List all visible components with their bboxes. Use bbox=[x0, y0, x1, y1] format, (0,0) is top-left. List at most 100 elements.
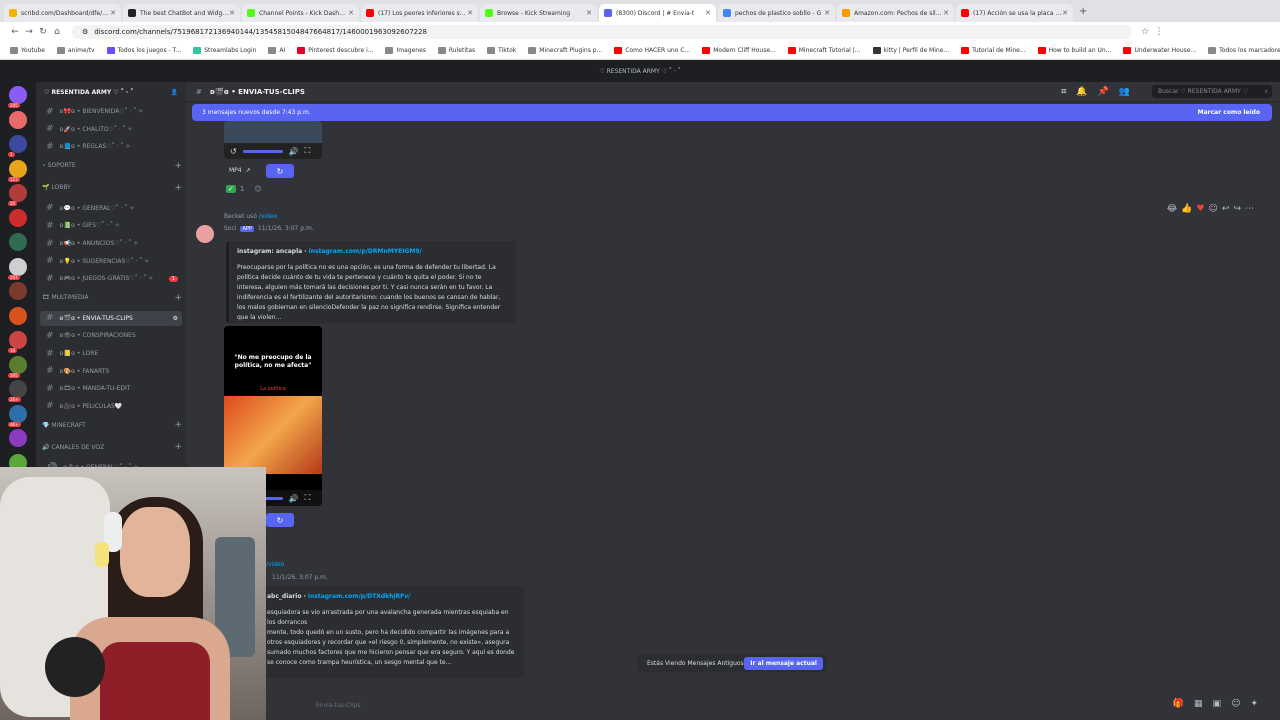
server-icon[interactable] bbox=[9, 208, 27, 227]
channel-item[interactable]: # ʚ🎞ɞ • MANDA-TU-EDIT bbox=[40, 381, 182, 396]
url-field[interactable]: ⚙ discord.com/channels/75196817213694014… bbox=[72, 25, 1132, 39]
bookmark-item[interactable]: Minecraft Plugins p... bbox=[528, 47, 602, 54]
close-tab-icon[interactable]: ✕ bbox=[110, 9, 116, 17]
bookmark-item[interactable]: Todos los juegos - T... bbox=[106, 47, 181, 54]
reply-icon[interactable]: ↩ bbox=[1222, 204, 1234, 214]
channel-category[interactable]: 💎 MINECRAFT + bbox=[42, 420, 182, 430]
close-tab-icon[interactable]: ✕ bbox=[824, 9, 830, 17]
reply-line[interactable]: Becket usó /video bbox=[224, 213, 277, 220]
channel-category[interactable]: 🔊 CANALES DE VOZ + bbox=[42, 442, 182, 452]
server-icon[interactable]: 395 bbox=[8, 355, 27, 378]
embed-user[interactable]: abc_diario bbox=[267, 593, 301, 600]
pin-icon[interactable]: 📌 bbox=[1098, 87, 1119, 97]
home-icon[interactable]: ⌂ bbox=[50, 27, 64, 37]
channel-item[interactable]: # ʚ🎮ɞ • JUEGOS-GRATIS♡˚ · ˚ ✧ 1 bbox=[40, 271, 182, 286]
channel-item[interactable]: # ʚ💬ɞ • GENERAL♡˚ · ˚ ✧ bbox=[40, 201, 182, 216]
close-tab-icon[interactable]: ✕ bbox=[586, 9, 592, 17]
forward-icon[interactable]: → bbox=[22, 27, 36, 37]
server-icon[interactable]: 2K+ bbox=[8, 380, 27, 402]
add-member-icon[interactable]: 👤 bbox=[171, 89, 178, 96]
add-channel-icon[interactable]: + bbox=[174, 293, 182, 303]
browser-tab[interactable]: (17) Los peores inferiores sobre ✕ bbox=[361, 4, 478, 22]
server-icon[interactable]: 205 bbox=[8, 86, 27, 108]
browser-tab[interactable]: pechos de plastico sobllo - G ✕ bbox=[718, 4, 835, 22]
bookmark-star-icon[interactable]: ☆ bbox=[1138, 27, 1152, 37]
server-icon[interactable] bbox=[9, 233, 27, 251]
bookmark-item[interactable]: Underwater House... bbox=[1123, 47, 1196, 54]
server-icon[interactable] bbox=[9, 282, 27, 300]
browser-tab[interactable]: Amazon.com: Pechos de silico ✕ bbox=[837, 4, 954, 22]
apps-icon[interactable]: ✦ bbox=[1250, 699, 1268, 709]
channel-item[interactable]: # ʚ👁ɞ • CONSPIRACIONES bbox=[40, 328, 182, 343]
add-channel-icon[interactable]: + bbox=[174, 442, 182, 452]
bookmark-item[interactable]: How to build an Un... bbox=[1037, 47, 1111, 54]
refresh-button[interactable]: ↻ bbox=[266, 164, 294, 178]
heart-emoji-icon[interactable]: ♥ bbox=[1196, 204, 1208, 214]
channel-item[interactable]: # ʚ🚀ɞ • CHALITO♡˚ · ˚ ✧ bbox=[40, 122, 182, 137]
server-icon[interactable] bbox=[9, 110, 27, 129]
members-icon[interactable]: 👥 bbox=[1119, 87, 1140, 97]
channel-item[interactable]: # ʚ🎀ɞ • BIENVENIDA♡˚ · ˚ ✧ bbox=[40, 104, 182, 119]
embed-link[interactable]: instagram.com/p/DTXdkhjRFv/ bbox=[308, 593, 410, 600]
replay-icon[interactable]: ↺ bbox=[230, 147, 237, 156]
channel-category[interactable]: ⋆ SOPORTE + bbox=[42, 161, 182, 171]
channel-category[interactable]: 🌱 LOBBY + bbox=[42, 183, 182, 193]
jump-to-present-button[interactable]: Ir al mensaje actual bbox=[744, 656, 823, 670]
fullscreen-icon[interactable]: ⛶ bbox=[305, 146, 311, 156]
bookmark-item[interactable]: Tiktok bbox=[487, 47, 516, 54]
channel-item[interactable]: # ʚ📘ɞ • REGLAS♡˚ · ˚ ✧ bbox=[40, 139, 182, 154]
close-tab-icon[interactable]: ✕ bbox=[229, 9, 235, 17]
bell-icon[interactable]: 🔔 bbox=[1076, 87, 1097, 97]
refresh-button[interactable]: ↻ bbox=[266, 513, 294, 527]
embed-link[interactable]: instagram.com/p/DRMnMYEIGM9/ bbox=[309, 248, 422, 255]
add-reaction-icon[interactable]: ☺ bbox=[1209, 204, 1222, 214]
emoji-reaction-icon[interactable]: 😂 bbox=[1167, 204, 1182, 214]
server-icon[interactable] bbox=[9, 306, 27, 325]
video-player[interactable]: ↺ 🔊 ⛶ bbox=[224, 121, 322, 159]
bookmark-item[interactable]: AI bbox=[268, 47, 285, 54]
gift-icon[interactable]: 🎁 bbox=[1173, 699, 1194, 709]
browser-tab[interactable]: Browse - Kick Streaming ✕ bbox=[480, 4, 597, 22]
reply-line[interactable]: /video bbox=[266, 561, 284, 568]
add-channel-icon[interactable]: + bbox=[174, 183, 182, 193]
bookmark-item[interactable]: anime/tv bbox=[57, 47, 95, 54]
volume-icon[interactable]: 🔊 bbox=[289, 494, 299, 503]
mark-read-button[interactable]: Marcar como leído bbox=[1198, 109, 1260, 116]
emoji-icon[interactable]: ☺ bbox=[1231, 699, 1250, 709]
bookmark-item[interactable]: Imagenes bbox=[385, 47, 426, 54]
volume-icon[interactable]: 🔊 bbox=[289, 147, 299, 156]
threads-icon[interactable]: ⌗ bbox=[1061, 87, 1076, 97]
emoji-reaction-icon[interactable]: 👍 bbox=[1181, 204, 1196, 214]
bookmark-item[interactable]: Pinterest descubre i... bbox=[297, 47, 373, 54]
bookmark-item[interactable]: kitty | Perfil de Mine... bbox=[872, 47, 949, 54]
search-input[interactable]: Buscar ♡ RESENTIDA ARMY ♡ ⌕ bbox=[1152, 85, 1272, 98]
close-tab-icon[interactable]: ✕ bbox=[467, 9, 473, 17]
close-tab-icon[interactable]: ✕ bbox=[943, 9, 949, 17]
site-info-icon[interactable]: ⚙ bbox=[82, 28, 88, 36]
browser-tab[interactable]: (17) Acción se usa la placa de ✕ bbox=[956, 4, 1073, 22]
channel-item[interactable]: # ʚ🎨ɞ • FANARTS bbox=[40, 364, 182, 379]
avatar[interactable] bbox=[196, 225, 214, 243]
gif-icon[interactable]: ▦ bbox=[1194, 699, 1213, 709]
browser-tab[interactable]: scribd.com/Dashboard/dfe/actio ✕ bbox=[4, 4, 121, 22]
channel-item[interactable]: # ʚ📗ɞ • GIFS♡˚ · ˚ ✧ bbox=[40, 218, 182, 233]
bookmark-item[interactable]: Como HACER uno C... bbox=[614, 47, 690, 54]
reaction[interactable]: ✓ 1 ☺ bbox=[226, 185, 262, 193]
new-tab-icon[interactable]: + bbox=[1079, 6, 1087, 17]
browser-tab[interactable]: The best ChatBot and Widgets ✕ bbox=[123, 4, 240, 22]
external-link-icon[interactable]: ↗ bbox=[246, 167, 251, 174]
server-icon[interactable]: 14 bbox=[8, 331, 27, 353]
server-icon[interactable]: 123 bbox=[8, 159, 27, 182]
server-header[interactable]: ♡ RESENTIDA ARMY ♡ ˚ · ˚ 👤 bbox=[36, 82, 186, 102]
reply-command[interactable]: /video bbox=[259, 213, 277, 220]
extensions-icon[interactable]: ⋮ bbox=[1152, 27, 1166, 37]
browser-tab[interactable]: Channel Points - Kick Dashboa ✕ bbox=[242, 4, 359, 22]
close-tab-icon[interactable]: ✕ bbox=[705, 9, 711, 17]
bookmark-item[interactable]: Youtube bbox=[10, 47, 45, 54]
channel-item[interactable]: # ʚ💡ɞ • SUGERENCIAS♡˚ · ˚ ✧ bbox=[40, 254, 182, 269]
bookmark-item[interactable]: Todos los marcadores bbox=[1208, 47, 1280, 54]
close-tab-icon[interactable]: ✕ bbox=[1062, 9, 1068, 17]
channel-item[interactable]: # ʚ📢ɞ • ANUNCIOS♡˚ · ˚ ✧ bbox=[40, 236, 182, 251]
bookmark-item[interactable]: Ruletitas bbox=[437, 47, 475, 54]
sticker-icon[interactable]: ▣ bbox=[1213, 699, 1232, 709]
